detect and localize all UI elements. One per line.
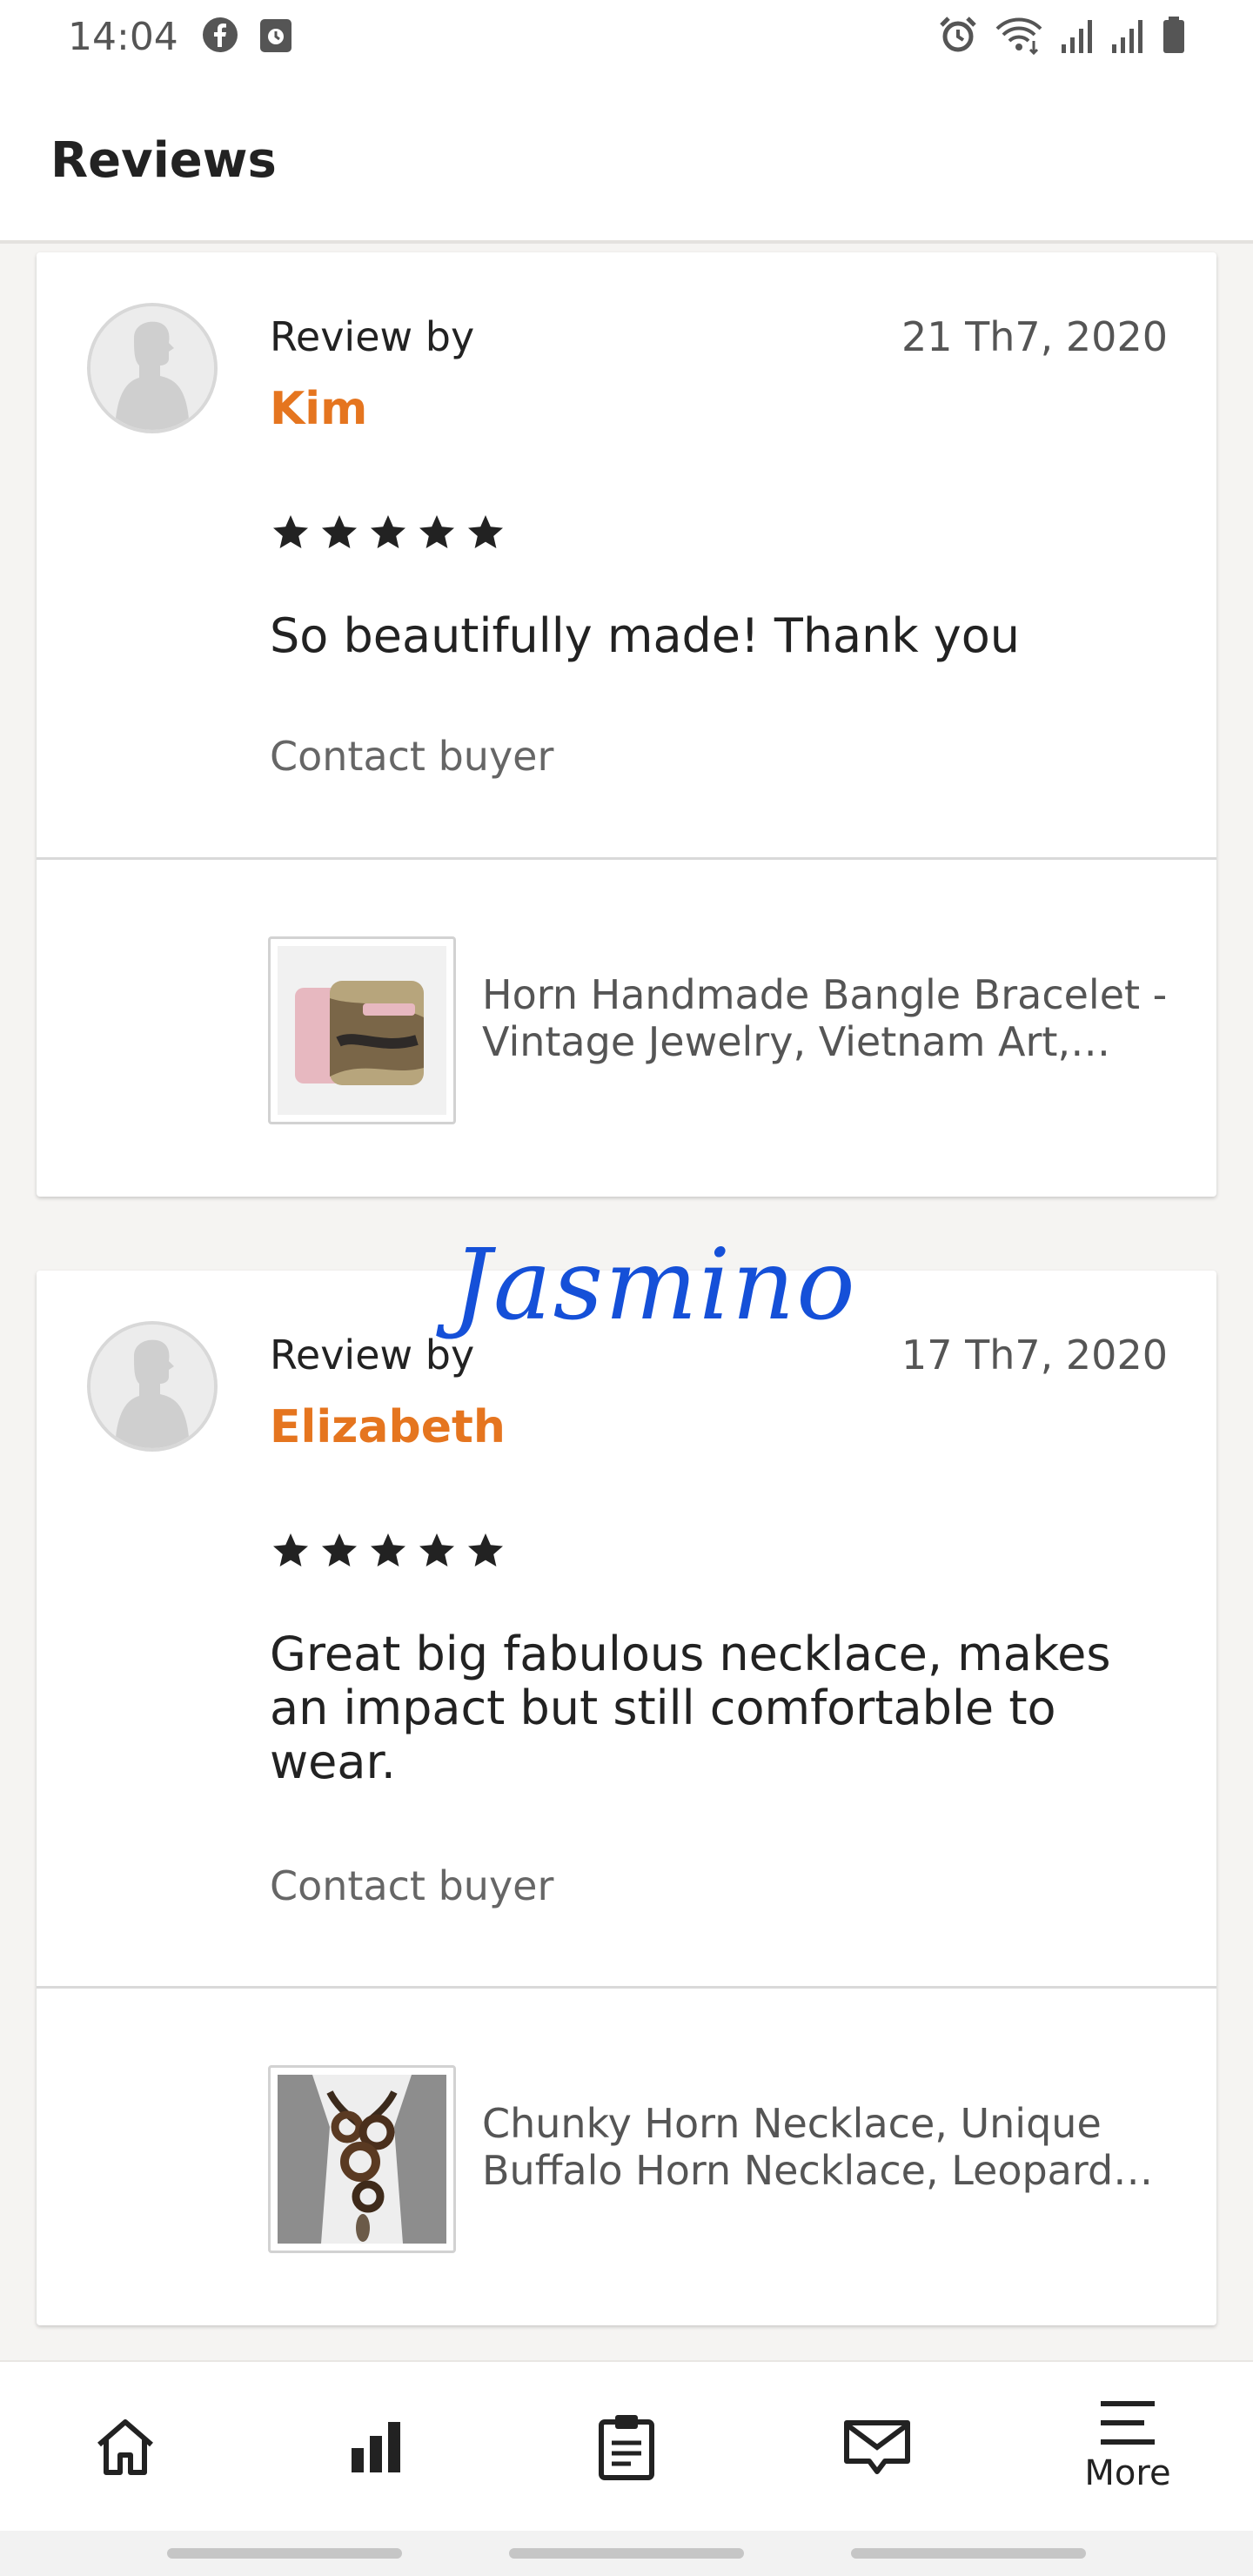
orders-icon bbox=[599, 2415, 654, 2480]
review-section: Review by 21 Th7, 2020 Kim So beautifull… bbox=[37, 252, 1216, 860]
star-icon bbox=[468, 1533, 503, 1566]
necklace-image bbox=[278, 2075, 446, 2244]
star-icon bbox=[322, 1533, 357, 1566]
status-time: 14:04 bbox=[68, 14, 178, 59]
star-rating bbox=[270, 512, 506, 553]
reviewer-name[interactable]: Kim bbox=[270, 383, 367, 435]
star-icon bbox=[273, 1533, 308, 1566]
page-title: Reviews bbox=[50, 132, 277, 189]
gesture-pill[interactable] bbox=[508, 2548, 744, 2559]
star-icon bbox=[371, 1533, 405, 1566]
messages-icon bbox=[844, 2420, 910, 2474]
status-left: 14:04 bbox=[68, 15, 293, 59]
nav-more-label: More bbox=[1084, 2453, 1171, 2493]
product-section[interactable]: Horn Handmade Bangle Bracelet - Vintage … bbox=[37, 860, 1216, 1197]
review-date: 17 Th7, 2020 bbox=[901, 1332, 1168, 1379]
nav-messages[interactable] bbox=[790, 2361, 964, 2532]
menu-icon bbox=[1101, 2401, 1155, 2445]
gesture-pill[interactable] bbox=[166, 2548, 402, 2559]
review-text: Great big fabulous necklace, makes an im… bbox=[270, 1627, 1111, 1789]
default-user-icon bbox=[90, 1325, 214, 1448]
wifi-icon bbox=[994, 15, 1044, 58]
avatar bbox=[87, 1321, 218, 1452]
review-card: Review by 21 Th7, 2020 Kim So beautifull… bbox=[37, 252, 1216, 1197]
product-thumbnail[interactable] bbox=[268, 936, 456, 1124]
avatar bbox=[87, 303, 218, 433]
alarm-icon bbox=[938, 15, 978, 58]
star-icon bbox=[419, 1533, 454, 1566]
status-icons-left bbox=[201, 16, 293, 57]
star-icon bbox=[273, 515, 308, 548]
contact-buyer-link[interactable]: Contact buyer bbox=[270, 1862, 553, 1909]
review-by-label: Review by bbox=[270, 313, 475, 360]
nav-home[interactable] bbox=[38, 2361, 212, 2532]
watermark-logo: Jasmino bbox=[452, 1229, 857, 1342]
star-icon bbox=[322, 515, 357, 548]
review-by-label: Review by bbox=[270, 1332, 475, 1379]
product-title[interactable]: Horn Handmade Bangle Bracelet - Vintage … bbox=[482, 971, 1187, 1065]
stats-icon bbox=[352, 2422, 400, 2472]
default-user-icon bbox=[90, 306, 214, 430]
reviewer-name[interactable]: Elizabeth bbox=[270, 1401, 506, 1453]
review-section: Review by 17 Th7, 2020 Elizabeth Great b… bbox=[37, 1271, 1216, 1989]
status-right bbox=[938, 15, 1187, 58]
star-icon bbox=[419, 515, 454, 548]
system-gesture-bar bbox=[0, 2531, 1253, 2576]
nav-orders[interactable] bbox=[539, 2361, 714, 2532]
product-section[interactable]: Chunky Horn Necklace, Unique Buffalo Hor… bbox=[37, 1989, 1216, 2325]
review-date: 21 Th7, 2020 bbox=[901, 313, 1168, 360]
home-icon bbox=[97, 2419, 153, 2475]
gesture-pill[interactable] bbox=[851, 2548, 1087, 2559]
review-card: Review by 17 Th7, 2020 Elizabeth Great b… bbox=[37, 1271, 1216, 2325]
status-bar: 14:04 bbox=[0, 0, 1253, 73]
nav-stats[interactable] bbox=[289, 2361, 463, 2532]
app-header: Reviews bbox=[0, 73, 1253, 244]
bangle-image bbox=[278, 946, 446, 1115]
signal-icon bbox=[1060, 15, 1095, 58]
star-icon bbox=[371, 515, 405, 548]
battery-icon bbox=[1161, 15, 1187, 58]
signal-icon bbox=[1110, 15, 1145, 58]
bottom-nav: More bbox=[0, 2360, 1253, 2531]
product-thumbnail[interactable] bbox=[268, 2065, 456, 2253]
contact-buyer-link[interactable]: Contact buyer bbox=[270, 733, 553, 780]
star-icon bbox=[468, 515, 503, 548]
nav-more[interactable]: More bbox=[1041, 2361, 1215, 2532]
review-text: So beautifully made! Thank you bbox=[270, 608, 1021, 663]
star-rating bbox=[270, 1530, 506, 1572]
product-title[interactable]: Chunky Horn Necklace, Unique Buffalo Hor… bbox=[482, 2100, 1187, 2194]
facebook-icon bbox=[201, 16, 239, 57]
calendar-icon bbox=[258, 16, 293, 57]
